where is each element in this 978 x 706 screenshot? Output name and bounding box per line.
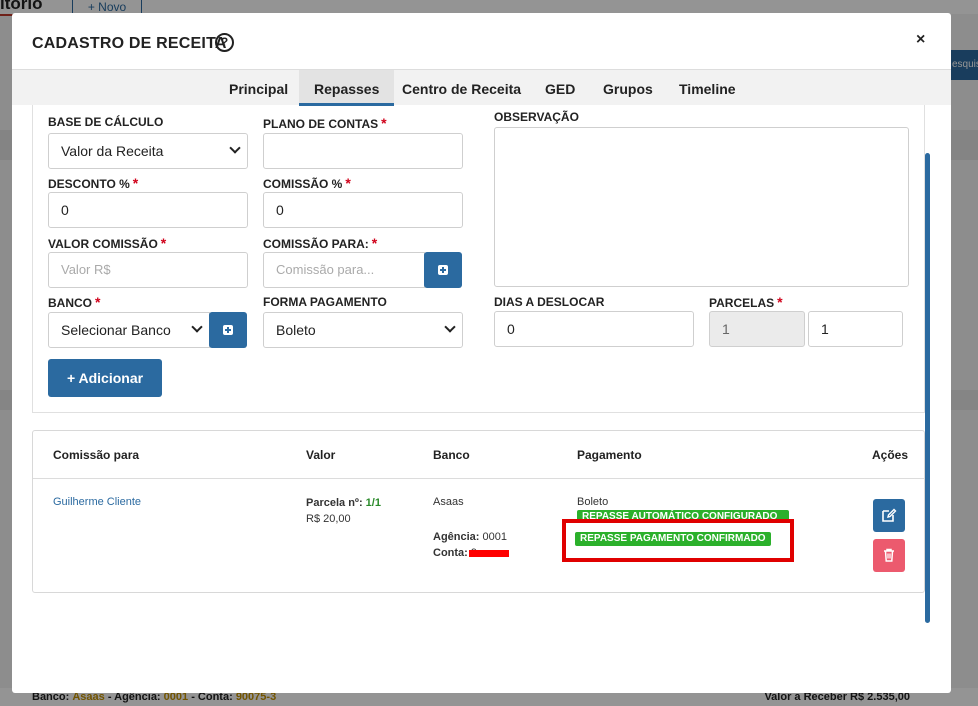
dias-deslocar-label: DIAS A DESLOCAR <box>494 295 605 309</box>
row-pagamento: Boleto <box>577 496 609 508</box>
plano-contas-input[interactable] <box>263 133 463 169</box>
forma-pagamento-select[interactable]: Boleto <box>263 312 463 348</box>
required-mark: * <box>345 175 351 191</box>
base-calculo-select[interactable]: Valor da Receita <box>48 133 248 169</box>
modal-header: CADASTRO DE RECEITA ? × <box>12 13 951 69</box>
header-banco: Banco <box>433 448 470 462</box>
chevron-down-icon <box>229 142 241 154</box>
base-calculo-label: BASE DE CÁLCULO <box>48 115 164 129</box>
tab-centro-de-receita[interactable]: Centro de Receita <box>387 70 536 106</box>
modal-scrollbar[interactable] <box>925 153 930 623</box>
trash-icon <box>884 548 894 562</box>
redaction-mark <box>469 550 509 557</box>
comissao-pct-label: COMISSÃO % * <box>263 175 351 191</box>
tab-repasses[interactable]: Repasses <box>299 70 395 106</box>
required-mark: * <box>777 294 783 310</box>
parcelas-label: PARCELAS * <box>709 294 783 310</box>
add-comissao-para-button[interactable] <box>424 252 462 288</box>
comissao-pct-input[interactable]: 0 <box>263 192 463 228</box>
comissao-para-input[interactable]: Comissão para... <box>263 252 425 288</box>
repasse-form: BASE DE CÁLCULO Valor da Receita PLANO D… <box>32 105 925 413</box>
row-agencia: Agência: 0001 <box>433 531 507 543</box>
tab-principal[interactable]: Principal <box>214 70 303 106</box>
parcelas-to-input[interactable]: 1 <box>808 311 903 347</box>
tab-ged[interactable]: GED <box>530 70 590 106</box>
header-pagamento: Pagamento <box>577 448 642 462</box>
repasses-table: Comissão para Valor Banco Pagamento Açõe… <box>32 430 925 593</box>
tab-grupos[interactable]: Grupos <box>588 70 668 106</box>
header-comissao-para: Comissão para <box>53 448 140 462</box>
edit-icon <box>882 508 897 522</box>
modal-title: CADASTRO DE RECEITA <box>32 35 227 52</box>
highlight-annotation <box>562 519 794 562</box>
valor-comissao-label: VALOR COMISSÃO * <box>48 235 167 251</box>
forma-pagamento-label: FORMA PAGAMENTO <box>263 295 387 309</box>
banco-select[interactable]: Selecionar Banco <box>48 312 210 348</box>
header-acoes: Ações <box>872 448 909 462</box>
observacao-label: OBSERVAÇÃO <box>494 110 579 124</box>
chevron-down-icon <box>191 321 203 333</box>
receita-modal: CADASTRO DE RECEITA ? × Principal Repass… <box>12 13 951 693</box>
required-mark: * <box>160 235 167 251</box>
row-agencia-value: 0001 <box>482 531 508 543</box>
plus-square-icon <box>223 325 233 335</box>
edit-button[interactable] <box>873 499 905 532</box>
header-divider <box>33 478 924 479</box>
help-icon[interactable]: ? <box>215 33 234 52</box>
required-mark: * <box>381 115 387 131</box>
banco-value: Selecionar Banco <box>61 322 171 338</box>
desconto-input[interactable]: 0 <box>48 192 248 228</box>
plano-contas-label: PLANO DE CONTAS * <box>263 115 387 131</box>
row-parcela-value: 1/1 <box>365 497 381 509</box>
add-banco-button[interactable] <box>209 312 247 348</box>
required-mark: * <box>371 235 378 251</box>
row-conta-label: Conta: <box>433 547 468 559</box>
banco-label: BANCO * <box>48 294 101 310</box>
add-repasse-button[interactable]: + Adicionar <box>48 359 162 397</box>
chevron-down-icon <box>444 321 456 333</box>
close-icon[interactable]: × <box>916 31 925 49</box>
required-mark: * <box>95 294 101 310</box>
header-valor: Valor <box>306 448 336 462</box>
row-parcela: Parcela nº: 1/1 <box>306 497 381 509</box>
tab-timeline[interactable]: Timeline <box>664 70 751 106</box>
row-agencia-label: Agência: <box>433 531 480 543</box>
row-comissao-para[interactable]: Guilherme Cliente <box>53 496 141 508</box>
base-calculo-value: Valor da Receita <box>61 143 164 159</box>
desconto-label: DESCONTO % * <box>48 175 139 191</box>
row-valor: R$ 20,00 <box>306 513 351 525</box>
required-mark: * <box>132 175 139 191</box>
tab-bar: Principal Repasses Centro de Receita GED… <box>12 69 951 106</box>
dias-deslocar-input[interactable]: 0 <box>494 311 694 347</box>
row-parcela-label: Parcela nº: <box>306 497 363 509</box>
delete-button[interactable] <box>873 539 905 572</box>
parcelas-from-input: 1 <box>709 311 805 347</box>
plus-square-icon <box>438 265 448 275</box>
forma-pagamento-value: Boleto <box>276 322 316 338</box>
valor-comissao-input[interactable]: Valor R$ <box>48 252 248 288</box>
comissao-para-label: COMISSÃO PARA: * <box>263 235 378 251</box>
row-banco: Asaas <box>433 496 464 508</box>
observacao-textarea[interactable] <box>494 127 909 287</box>
